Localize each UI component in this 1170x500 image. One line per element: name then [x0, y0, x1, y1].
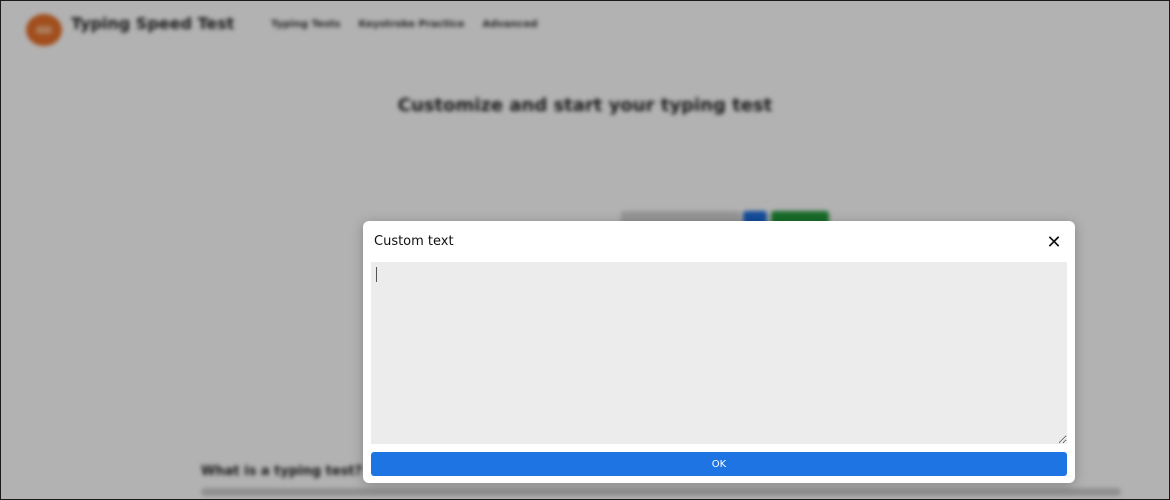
- custom-text-input[interactable]: [371, 262, 1067, 444]
- dialog-title: Custom text: [374, 234, 454, 249]
- close-icon[interactable]: ✕: [1043, 231, 1065, 253]
- ok-button[interactable]: OK: [371, 452, 1067, 476]
- custom-text-dialog: Custom text ✕ OK: [363, 221, 1075, 483]
- text-caret: [376, 267, 377, 282]
- browser-page: Typing Speed Test Typing Tests Keystroke…: [0, 0, 1170, 500]
